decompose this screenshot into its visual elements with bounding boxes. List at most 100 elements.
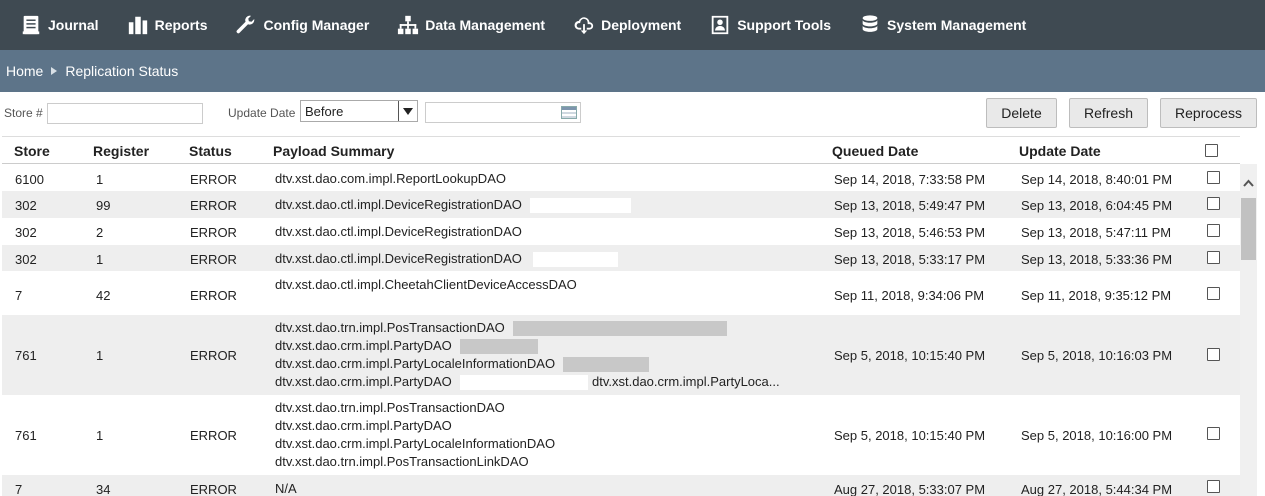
cell-register: 1 bbox=[96, 172, 104, 187]
table-row[interactable]: 302 2 ERROR dtv.xst.dao.ctl.impl.DeviceR… bbox=[2, 218, 1240, 245]
cell-payload: N/A bbox=[275, 480, 297, 496]
cell-status: ERROR bbox=[190, 348, 237, 363]
table-row[interactable]: 7 34 ERROR N/A Aug 27, 2018, 5:33:07 PM … bbox=[2, 475, 1240, 496]
payload-text: dtv.xst.dao.crm.impl.PartyLocaleInformat… bbox=[275, 356, 556, 371]
nav-journal[interactable]: Journal bbox=[20, 0, 99, 50]
payload-line: dtv.xst.dao.crm.impl.PartyLocaleInformat… bbox=[275, 436, 556, 451]
update-date-label: Update Date bbox=[228, 106, 296, 120]
nav-data-management-label: Data Management bbox=[425, 17, 546, 33]
header-register[interactable]: Register bbox=[93, 143, 149, 159]
header-payload-summary[interactable]: Payload Summary bbox=[273, 143, 394, 159]
cell-status: ERROR bbox=[190, 198, 237, 213]
breadcrumb-home[interactable]: Home bbox=[6, 63, 43, 79]
payload-line: dtv.xst.dao.crm.impl.PartyDAO bbox=[275, 337, 815, 355]
nav-config-manager-label: Config Manager bbox=[263, 17, 370, 33]
reprocess-button[interactable]: Reprocess bbox=[1160, 98, 1257, 128]
table-row[interactable]: 761 1 ERROR dtv.xst.dao.trn.impl.PosTran… bbox=[2, 395, 1240, 475]
nav-reports[interactable]: Reports bbox=[127, 0, 208, 50]
chevron-up-icon[interactable] bbox=[1243, 178, 1254, 188]
header-queued-date[interactable]: Queued Date bbox=[832, 143, 918, 159]
cell-store: 302 bbox=[15, 198, 37, 213]
cell-update-date: Sep 13, 2018, 5:33:36 PM bbox=[1021, 252, 1173, 267]
redacted-block bbox=[460, 339, 538, 354]
cell-register: 2 bbox=[96, 225, 104, 240]
cell-queued-date: Sep 14, 2018, 7:33:58 PM bbox=[834, 172, 986, 187]
row-checkbox[interactable] bbox=[1207, 427, 1220, 440]
top-navigation: Journal Reports Config Manager Data Mana… bbox=[0, 0, 1265, 50]
header-update-date[interactable]: Update Date bbox=[1019, 143, 1101, 159]
table-row[interactable]: 302 99 ERROR dtv.xst.dao.ctl.impl.Device… bbox=[2, 191, 1240, 218]
cell-queued-date: Sep 13, 2018, 5:46:53 PM bbox=[834, 225, 986, 240]
nav-reports-label: Reports bbox=[154, 17, 208, 33]
cell-payload: dtv.xst.dao.ctl.impl.DeviceRegistrationD… bbox=[275, 250, 618, 268]
header-store[interactable]: Store bbox=[14, 143, 50, 159]
cell-status: ERROR bbox=[190, 225, 237, 240]
table-row[interactable]: 302 1 ERROR dtv.xst.dao.ctl.impl.DeviceR… bbox=[2, 245, 1240, 271]
cell-payload: dtv.xst.dao.ctl.impl.DeviceRegistrationD… bbox=[275, 196, 631, 214]
store-input[interactable] bbox=[47, 103, 203, 124]
payload-line: dtv.xst.dao.ctl.impl.DeviceRegistrationD… bbox=[275, 251, 522, 266]
cell-queued-date: Sep 13, 2018, 5:49:47 PM bbox=[834, 198, 986, 213]
redacted-block bbox=[563, 357, 649, 372]
cell-queued-date: Sep 11, 2018, 9:34:06 PM bbox=[834, 288, 985, 303]
update-date-mode-select[interactable]: Before bbox=[300, 100, 418, 122]
payload-line: N/A bbox=[275, 481, 297, 496]
payload-line: dtv.xst.dao.trn.impl.PosTransactionLinkD… bbox=[275, 454, 529, 469]
replication-table: Store Register Status Payload Summary Qu… bbox=[2, 136, 1240, 496]
cell-update-date: Sep 5, 2018, 10:16:03 PM bbox=[1021, 348, 1173, 363]
table-row[interactable]: 6100 1 ERROR dtv.xst.dao.com.impl.Report… bbox=[2, 164, 1240, 191]
select-all-checkbox[interactable] bbox=[1205, 144, 1218, 157]
nav-journal-label: Journal bbox=[48, 17, 99, 33]
nav-deployment-label: Deployment bbox=[601, 17, 682, 33]
cell-store: 302 bbox=[15, 252, 37, 267]
redacted-block bbox=[530, 198, 631, 213]
cell-payload: dtv.xst.dao.trn.impl.PosTransactionDAO d… bbox=[275, 399, 555, 471]
cell-register: 34 bbox=[96, 482, 111, 496]
table-row[interactable]: 7 42 ERROR dtv.xst.dao.ctl.impl.CheetahC… bbox=[2, 271, 1240, 315]
nav-config-manager[interactable]: Config Manager bbox=[235, 0, 369, 50]
cell-status: ERROR bbox=[190, 482, 237, 496]
scrollbar-thumb[interactable] bbox=[1241, 198, 1256, 260]
cell-store: 761 bbox=[15, 348, 37, 363]
chevron-down-icon[interactable] bbox=[398, 101, 417, 121]
nav-data-management[interactable]: Data Management bbox=[397, 0, 545, 50]
row-checkbox[interactable] bbox=[1207, 287, 1220, 300]
refresh-button[interactable]: Refresh bbox=[1069, 98, 1148, 128]
table-row[interactable]: 761 1 ERROR dtv.xst.dao.trn.impl.PosTran… bbox=[2, 315, 1240, 395]
delete-button[interactable]: Delete bbox=[986, 98, 1057, 128]
redacted-block bbox=[533, 252, 618, 267]
table-scrollbar[interactable] bbox=[1240, 164, 1257, 496]
cell-register: 1 bbox=[96, 252, 104, 267]
cell-payload: dtv.xst.dao.ctl.impl.CheetahClientDevice… bbox=[275, 276, 577, 294]
row-checkbox[interactable] bbox=[1207, 348, 1220, 361]
row-checkbox[interactable] bbox=[1207, 251, 1220, 264]
nav-deployment[interactable]: Deployment bbox=[573, 0, 681, 50]
cell-register: 99 bbox=[96, 198, 111, 213]
header-status[interactable]: Status bbox=[189, 143, 232, 159]
payload-tail: dtv.xst.dao.crm.impl.PartyLoca... bbox=[592, 374, 780, 389]
journal-icon bbox=[22, 15, 40, 35]
cell-store: 761 bbox=[15, 428, 37, 443]
table-header: Store Register Status Payload Summary Qu… bbox=[2, 136, 1240, 164]
cell-queued-date: Aug 27, 2018, 5:33:07 PM bbox=[834, 482, 986, 496]
row-checkbox[interactable] bbox=[1207, 197, 1220, 210]
redacted-block bbox=[460, 375, 588, 390]
store-label: Store # bbox=[4, 106, 43, 120]
cell-queued-date: Sep 13, 2018, 5:33:17 PM bbox=[834, 252, 986, 267]
payload-text: dtv.xst.dao.crm.impl.PartyDAO bbox=[275, 374, 452, 389]
nav-support-tools[interactable]: Support Tools bbox=[709, 0, 831, 50]
cell-queued-date: Sep 5, 2018, 10:15:40 PM bbox=[834, 428, 986, 443]
database-icon bbox=[862, 15, 878, 32]
row-checkbox[interactable] bbox=[1207, 171, 1220, 184]
calendar-icon[interactable] bbox=[561, 106, 577, 119]
row-checkbox[interactable] bbox=[1207, 224, 1220, 237]
cell-status: ERROR bbox=[190, 288, 237, 303]
nav-system-management[interactable]: System Management bbox=[859, 0, 1026, 50]
cell-update-date: Sep 13, 2018, 5:47:11 PM bbox=[1021, 225, 1172, 240]
update-date-input[interactable] bbox=[425, 102, 581, 123]
payload-line: dtv.xst.dao.ctl.impl.DeviceRegistrationD… bbox=[275, 197, 522, 212]
cell-status: ERROR bbox=[190, 428, 237, 443]
payload-line: dtv.xst.dao.ctl.impl.DeviceRegistrationD… bbox=[275, 224, 522, 239]
row-checkbox[interactable] bbox=[1207, 480, 1220, 493]
hierarchy-icon bbox=[398, 15, 419, 35]
